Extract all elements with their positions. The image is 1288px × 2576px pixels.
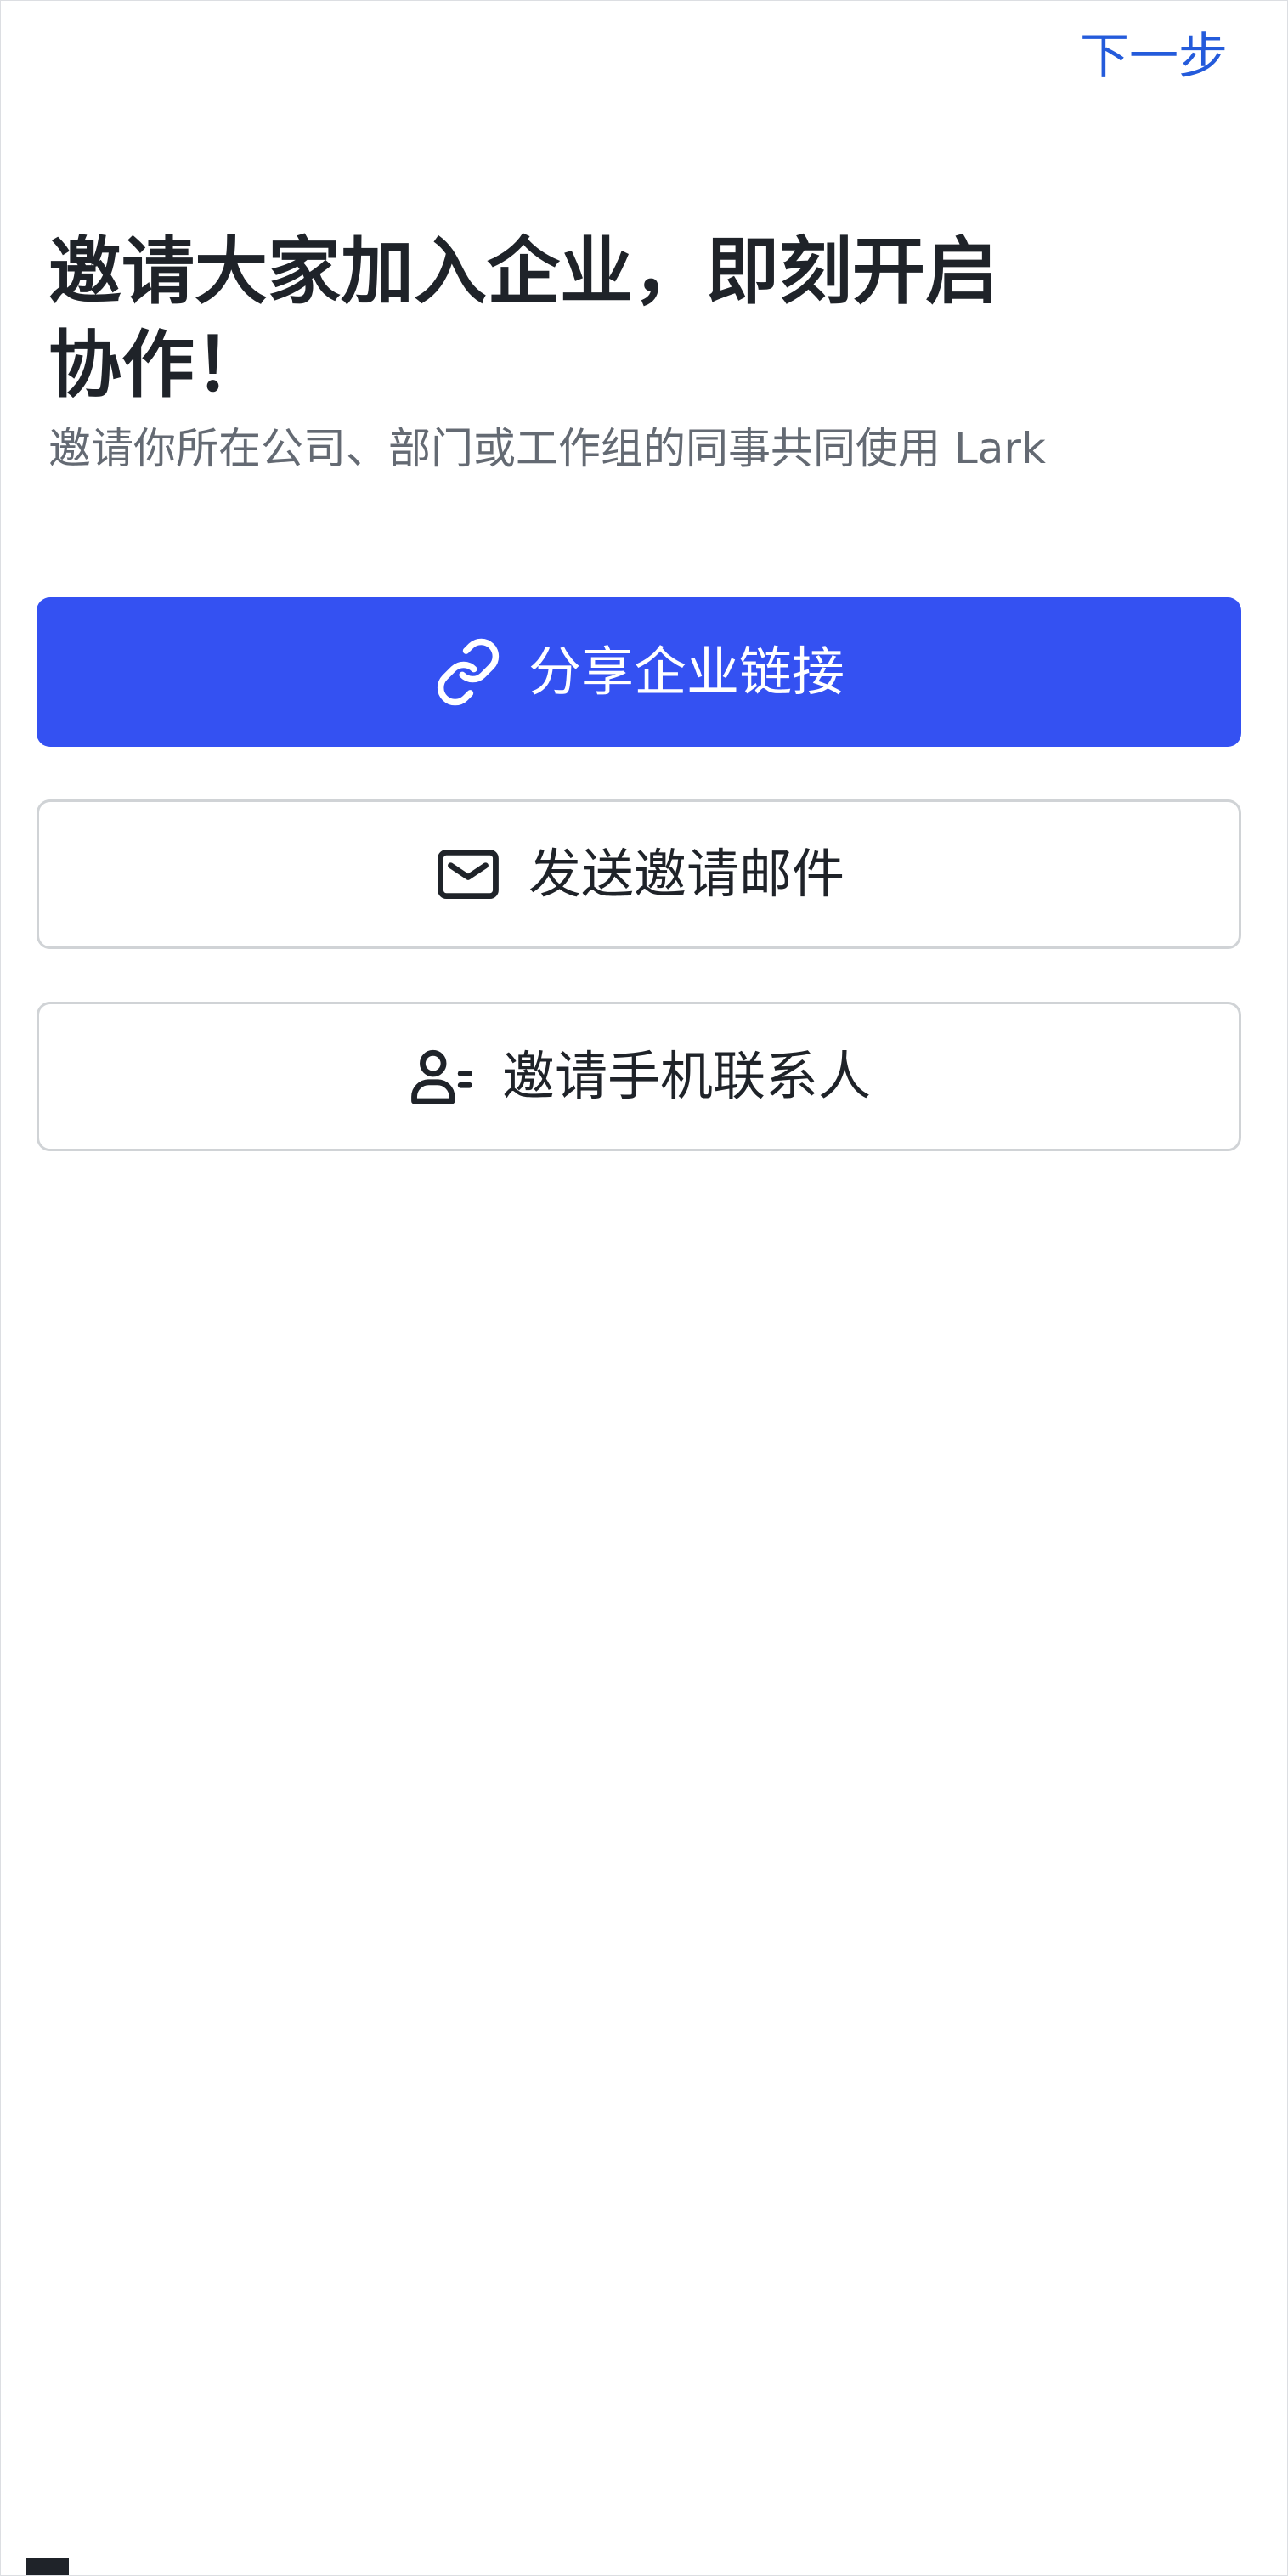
page-title-line-1: 邀请大家加入企业，即刻开启 — [48, 229, 998, 314]
link-icon — [433, 637, 503, 707]
next-step-button[interactable]: 下一步 — [1080, 26, 1228, 86]
send-email-label: 发送邀请邮件 — [528, 843, 845, 905]
page-subtitle: 邀请你所在公司、部门或工作组的同事共同使用 Lark — [48, 424, 1046, 473]
share-link-label: 分享企业链接 — [528, 641, 845, 703]
invite-contacts-label: 邀请手机联系人 — [501, 1045, 871, 1107]
corner-marker — [26, 2558, 69, 2575]
invite-screen: 下一步 邀请大家加入企业，即刻开启 协作！ 邀请你所在公司、部门或工作组的同事共… — [0, 0, 1288, 2576]
contacts-icon — [407, 1042, 477, 1111]
mail-icon — [433, 839, 503, 909]
page-title: 邀请大家加入企业，即刻开启 协作！ — [48, 225, 1085, 412]
invite-contacts-button[interactable]: 邀请手机联系人 — [37, 1002, 1241, 1151]
page-title-line-2: 协作！ — [48, 323, 268, 408]
share-link-button[interactable]: 分享企业链接 — [37, 597, 1241, 747]
send-email-button[interactable]: 发送邀请邮件 — [37, 799, 1241, 949]
